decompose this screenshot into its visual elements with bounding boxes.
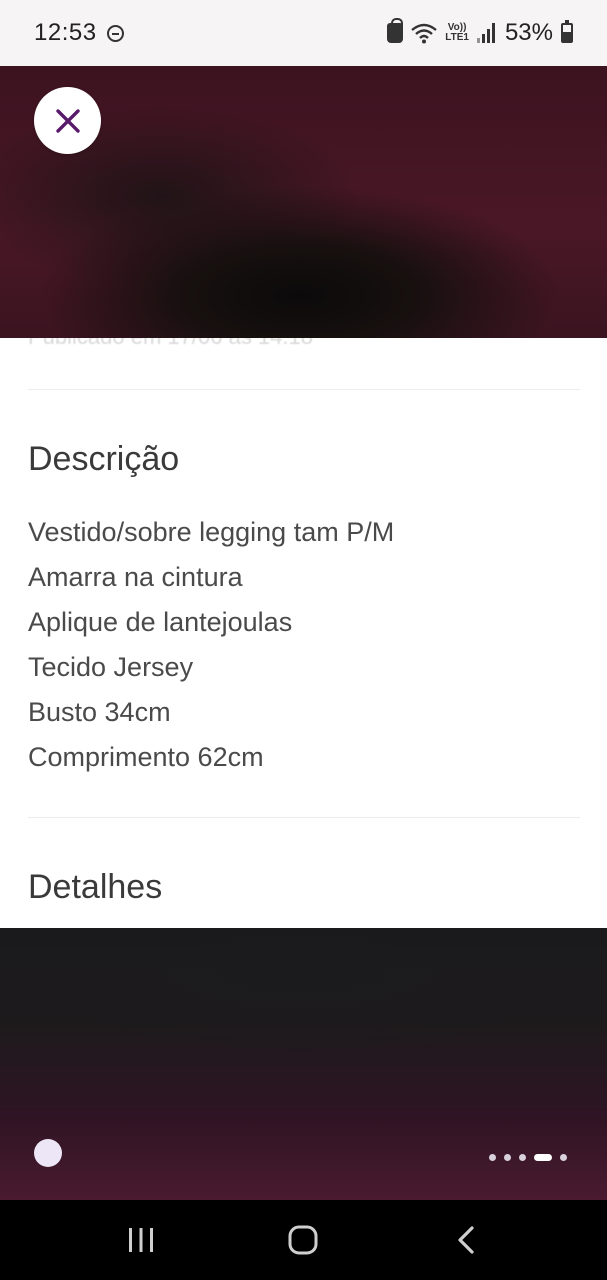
battery-percentage: 53% (504, 19, 553, 46)
description-title: Descrição (28, 440, 180, 478)
wifi-icon (411, 23, 438, 44)
divider (28, 389, 580, 390)
page-dot (489, 1154, 496, 1161)
status-bar: 12:53 Vo)) LTE1 53% (0, 0, 607, 66)
page-dot (519, 1154, 526, 1161)
back-icon (458, 1226, 474, 1254)
description-line: Aplique de lantejoulas (28, 607, 293, 637)
description-line: Busto 34cm (28, 697, 171, 727)
battery-icon (561, 20, 573, 43)
details-title: Detalhes (28, 868, 163, 906)
do-not-disturb-icon (106, 24, 124, 42)
published-date: Publicado em 17/06 às 14:18 (28, 338, 313, 350)
status-time: 12:53 (34, 19, 97, 46)
screen: 12:53 Vo)) LTE1 53% Descrição Vestido/so… (0, 0, 607, 1280)
close-button[interactable] (34, 87, 101, 154)
close-icon (55, 108, 80, 133)
status-icons: Vo)) LTE1 53% (387, 18, 573, 47)
description-line: Tecido Jersey (28, 652, 194, 682)
recents-button[interactable] (111, 1210, 171, 1270)
recents-icon (129, 1228, 154, 1252)
home-icon (288, 1225, 318, 1255)
page-dot (560, 1154, 567, 1161)
description-line: Vestido/sobre legging tam P/M (28, 517, 395, 547)
back-button[interactable] (436, 1210, 496, 1270)
description-list: Vestido/sobre legging tam P/M Amarra na … (28, 514, 394, 784)
home-button[interactable] (273, 1210, 333, 1270)
product-details-panel: Publicado em 17/06 às 14:18 Descrição Ve… (0, 338, 607, 928)
volte-lte-icon: Vo)) LTE1 (445, 22, 469, 43)
navigation-bar (0, 1200, 607, 1280)
divider (28, 817, 580, 818)
shopping-bag-icon (387, 18, 404, 43)
signal-strength-icon (476, 23, 497, 43)
carousel-page-indicator (489, 1154, 567, 1161)
description-line: Amarra na cintura (28, 562, 243, 592)
description-line: Comprimento 62cm (28, 742, 264, 772)
page-dot (504, 1154, 511, 1161)
page-dot-active (534, 1154, 552, 1161)
avatar[interactable] (34, 1139, 62, 1167)
